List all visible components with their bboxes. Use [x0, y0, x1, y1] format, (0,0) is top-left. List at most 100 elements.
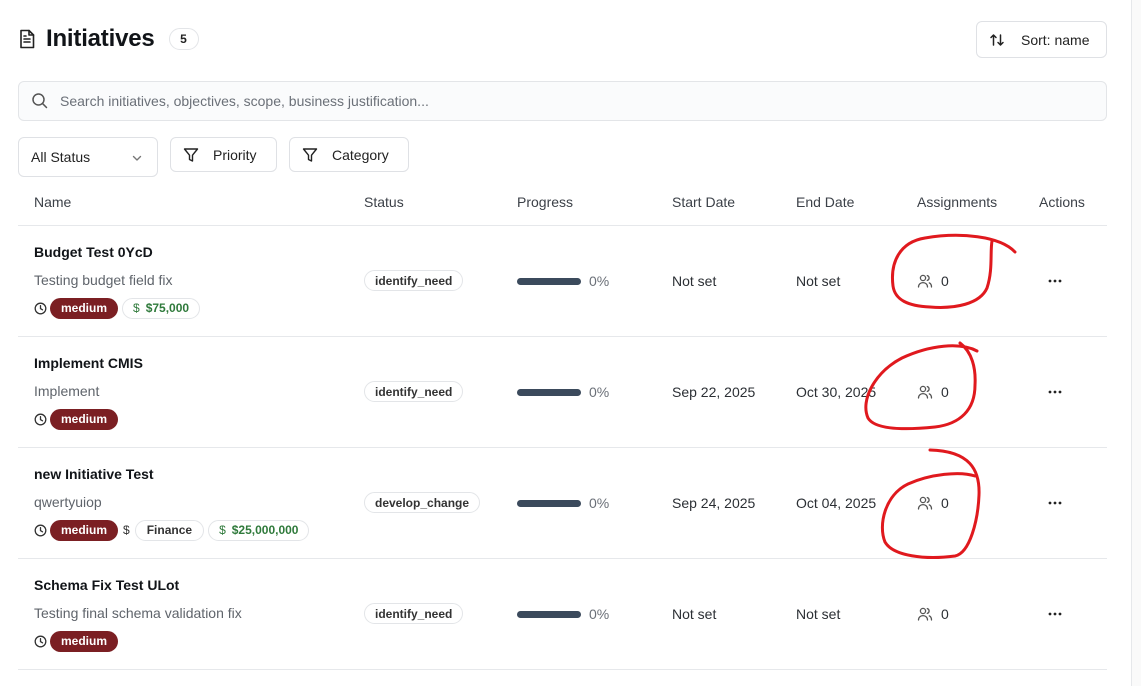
progress-fill: [517, 610, 581, 618]
progress-indicator: 0%: [517, 495, 609, 511]
dollar-icon: $: [219, 523, 226, 537]
more-actions-button[interactable]: [1046, 272, 1064, 290]
progress-bar: [517, 388, 581, 396]
initiative-description: qwertyuiop: [34, 494, 102, 510]
more-actions-button[interactable]: [1046, 383, 1064, 401]
start-date: Sep 22, 2025: [672, 384, 756, 400]
clock-icon: [34, 413, 47, 426]
progress-indicator: 0%: [517, 273, 609, 289]
filter-icon: [302, 147, 318, 163]
end-date: Oct 30, 2025: [796, 384, 877, 400]
page-title: Initiatives: [46, 25, 155, 52]
budget-badge: $ $25,000,000: [208, 519, 310, 541]
assignments-value: 0: [941, 606, 949, 622]
sort-button[interactable]: Sort: name: [976, 21, 1107, 58]
assignments-count[interactable]: 0: [917, 384, 949, 400]
progress-indicator: 0%: [517, 384, 609, 400]
end-date: Not set: [796, 606, 841, 622]
table-row[interactable]: Schema Fix Test ULot Testing final schem…: [18, 559, 1107, 670]
users-icon: [917, 273, 933, 289]
status-badge: identify_need: [364, 270, 464, 291]
initiative-tags: medium: [34, 408, 119, 430]
initiatives-table: Name Status Progress Start Date End Date…: [18, 182, 1107, 670]
users-icon: [917, 606, 933, 622]
progress-percent: 0%: [589, 273, 610, 289]
column-header-start-date[interactable]: Start Date: [672, 194, 735, 210]
category-badge: Finance: [134, 519, 205, 541]
initiative-name[interactable]: Schema Fix Test ULot: [34, 577, 179, 593]
clock-icon: [34, 635, 47, 648]
initiative-tags: medium $ Finance $ $25,000,000: [34, 519, 310, 541]
initiative-tags: medium: [34, 630, 119, 652]
progress-fill: [517, 388, 581, 396]
search-icon: [31, 92, 49, 110]
start-date: Not set: [672, 606, 717, 622]
assignments-value: 0: [941, 384, 949, 400]
table-row[interactable]: Budget Test 0YcD Testing budget field fi…: [18, 226, 1107, 337]
initiative-tags: medium $ $75,000: [34, 297, 201, 319]
progress-percent: 0%: [589, 384, 610, 400]
progress-fill: [517, 277, 581, 285]
sort-label: Sort: name: [1021, 31, 1090, 48]
status-badge: develop_change: [364, 492, 481, 513]
start-date: Not set: [672, 273, 717, 289]
column-header-progress[interactable]: Progress: [517, 194, 573, 210]
progress-percent: 0%: [589, 495, 610, 511]
start-date: Sep 24, 2025: [672, 495, 756, 511]
clock-icon: [34, 524, 47, 537]
dollar-icon: $: [123, 523, 130, 537]
assignments-value: 0: [941, 495, 949, 511]
table-row[interactable]: new Initiative Test qwertyuiop medium $ …: [18, 448, 1107, 559]
budget-badge: $ $75,000: [122, 297, 201, 319]
initiative-name[interactable]: Budget Test 0YcD: [34, 244, 153, 260]
end-date: Not set: [796, 273, 841, 289]
priority-badge: medium: [50, 297, 119, 319]
chevron-down-icon: [131, 152, 143, 164]
budget-value: $25,000,000: [231, 523, 299, 537]
initiative-description: Testing budget field fix: [34, 272, 173, 288]
title-group: Initiatives 5: [18, 22, 199, 56]
assignments-value: 0: [941, 273, 949, 289]
budget-value: $75,000: [145, 301, 190, 315]
status-badge: identify_need: [364, 381, 464, 402]
progress-bar: [517, 277, 581, 285]
more-actions-button[interactable]: [1046, 605, 1064, 623]
category-filter-button[interactable]: Category: [289, 137, 409, 172]
more-actions-button[interactable]: [1046, 494, 1064, 512]
progress-fill: [517, 499, 581, 507]
column-header-name[interactable]: Name: [34, 194, 71, 210]
initiative-name[interactable]: Implement CMIS: [34, 355, 143, 371]
status-filter-select[interactable]: All Status: [18, 137, 158, 177]
search-bar: [18, 81, 1107, 121]
progress-bar: [517, 610, 581, 618]
progress-indicator: 0%: [517, 606, 609, 622]
assignments-count[interactable]: 0: [917, 495, 949, 511]
assignments-count[interactable]: 0: [917, 606, 949, 622]
column-header-assignments[interactable]: Assignments: [917, 194, 997, 210]
dollar-icon: $: [133, 301, 140, 315]
initiative-name[interactable]: new Initiative Test: [34, 466, 154, 482]
document-icon: [18, 29, 38, 49]
scrollbar[interactable]: [1131, 0, 1141, 686]
priority-badge: medium: [50, 519, 119, 541]
table-row[interactable]: Implement CMIS Implement medium identify…: [18, 337, 1107, 448]
users-icon: [917, 495, 933, 511]
clock-icon: [34, 302, 47, 315]
assignments-count[interactable]: 0: [917, 273, 949, 289]
table-header: Name Status Progress Start Date End Date…: [18, 182, 1107, 226]
initiative-description: Testing final schema validation fix: [34, 605, 242, 621]
column-header-status[interactable]: Status: [364, 194, 404, 210]
filter-bar: All Status Priority Category: [18, 137, 1107, 177]
priority-filter-button[interactable]: Priority: [170, 137, 277, 172]
end-date: Oct 04, 2025: [796, 495, 877, 511]
status-badge: identify_need: [364, 603, 464, 624]
sort-arrows-icon: [989, 32, 1005, 48]
users-icon: [917, 384, 933, 400]
filter-icon: [183, 147, 199, 163]
category-filter-label: Category: [332, 146, 389, 163]
search-input[interactable]: [60, 93, 1060, 109]
initiative-count-badge: 5: [168, 28, 199, 50]
initiative-description: Implement: [34, 383, 100, 399]
column-header-end-date[interactable]: End Date: [796, 194, 854, 210]
priority-badge: medium: [50, 630, 119, 652]
